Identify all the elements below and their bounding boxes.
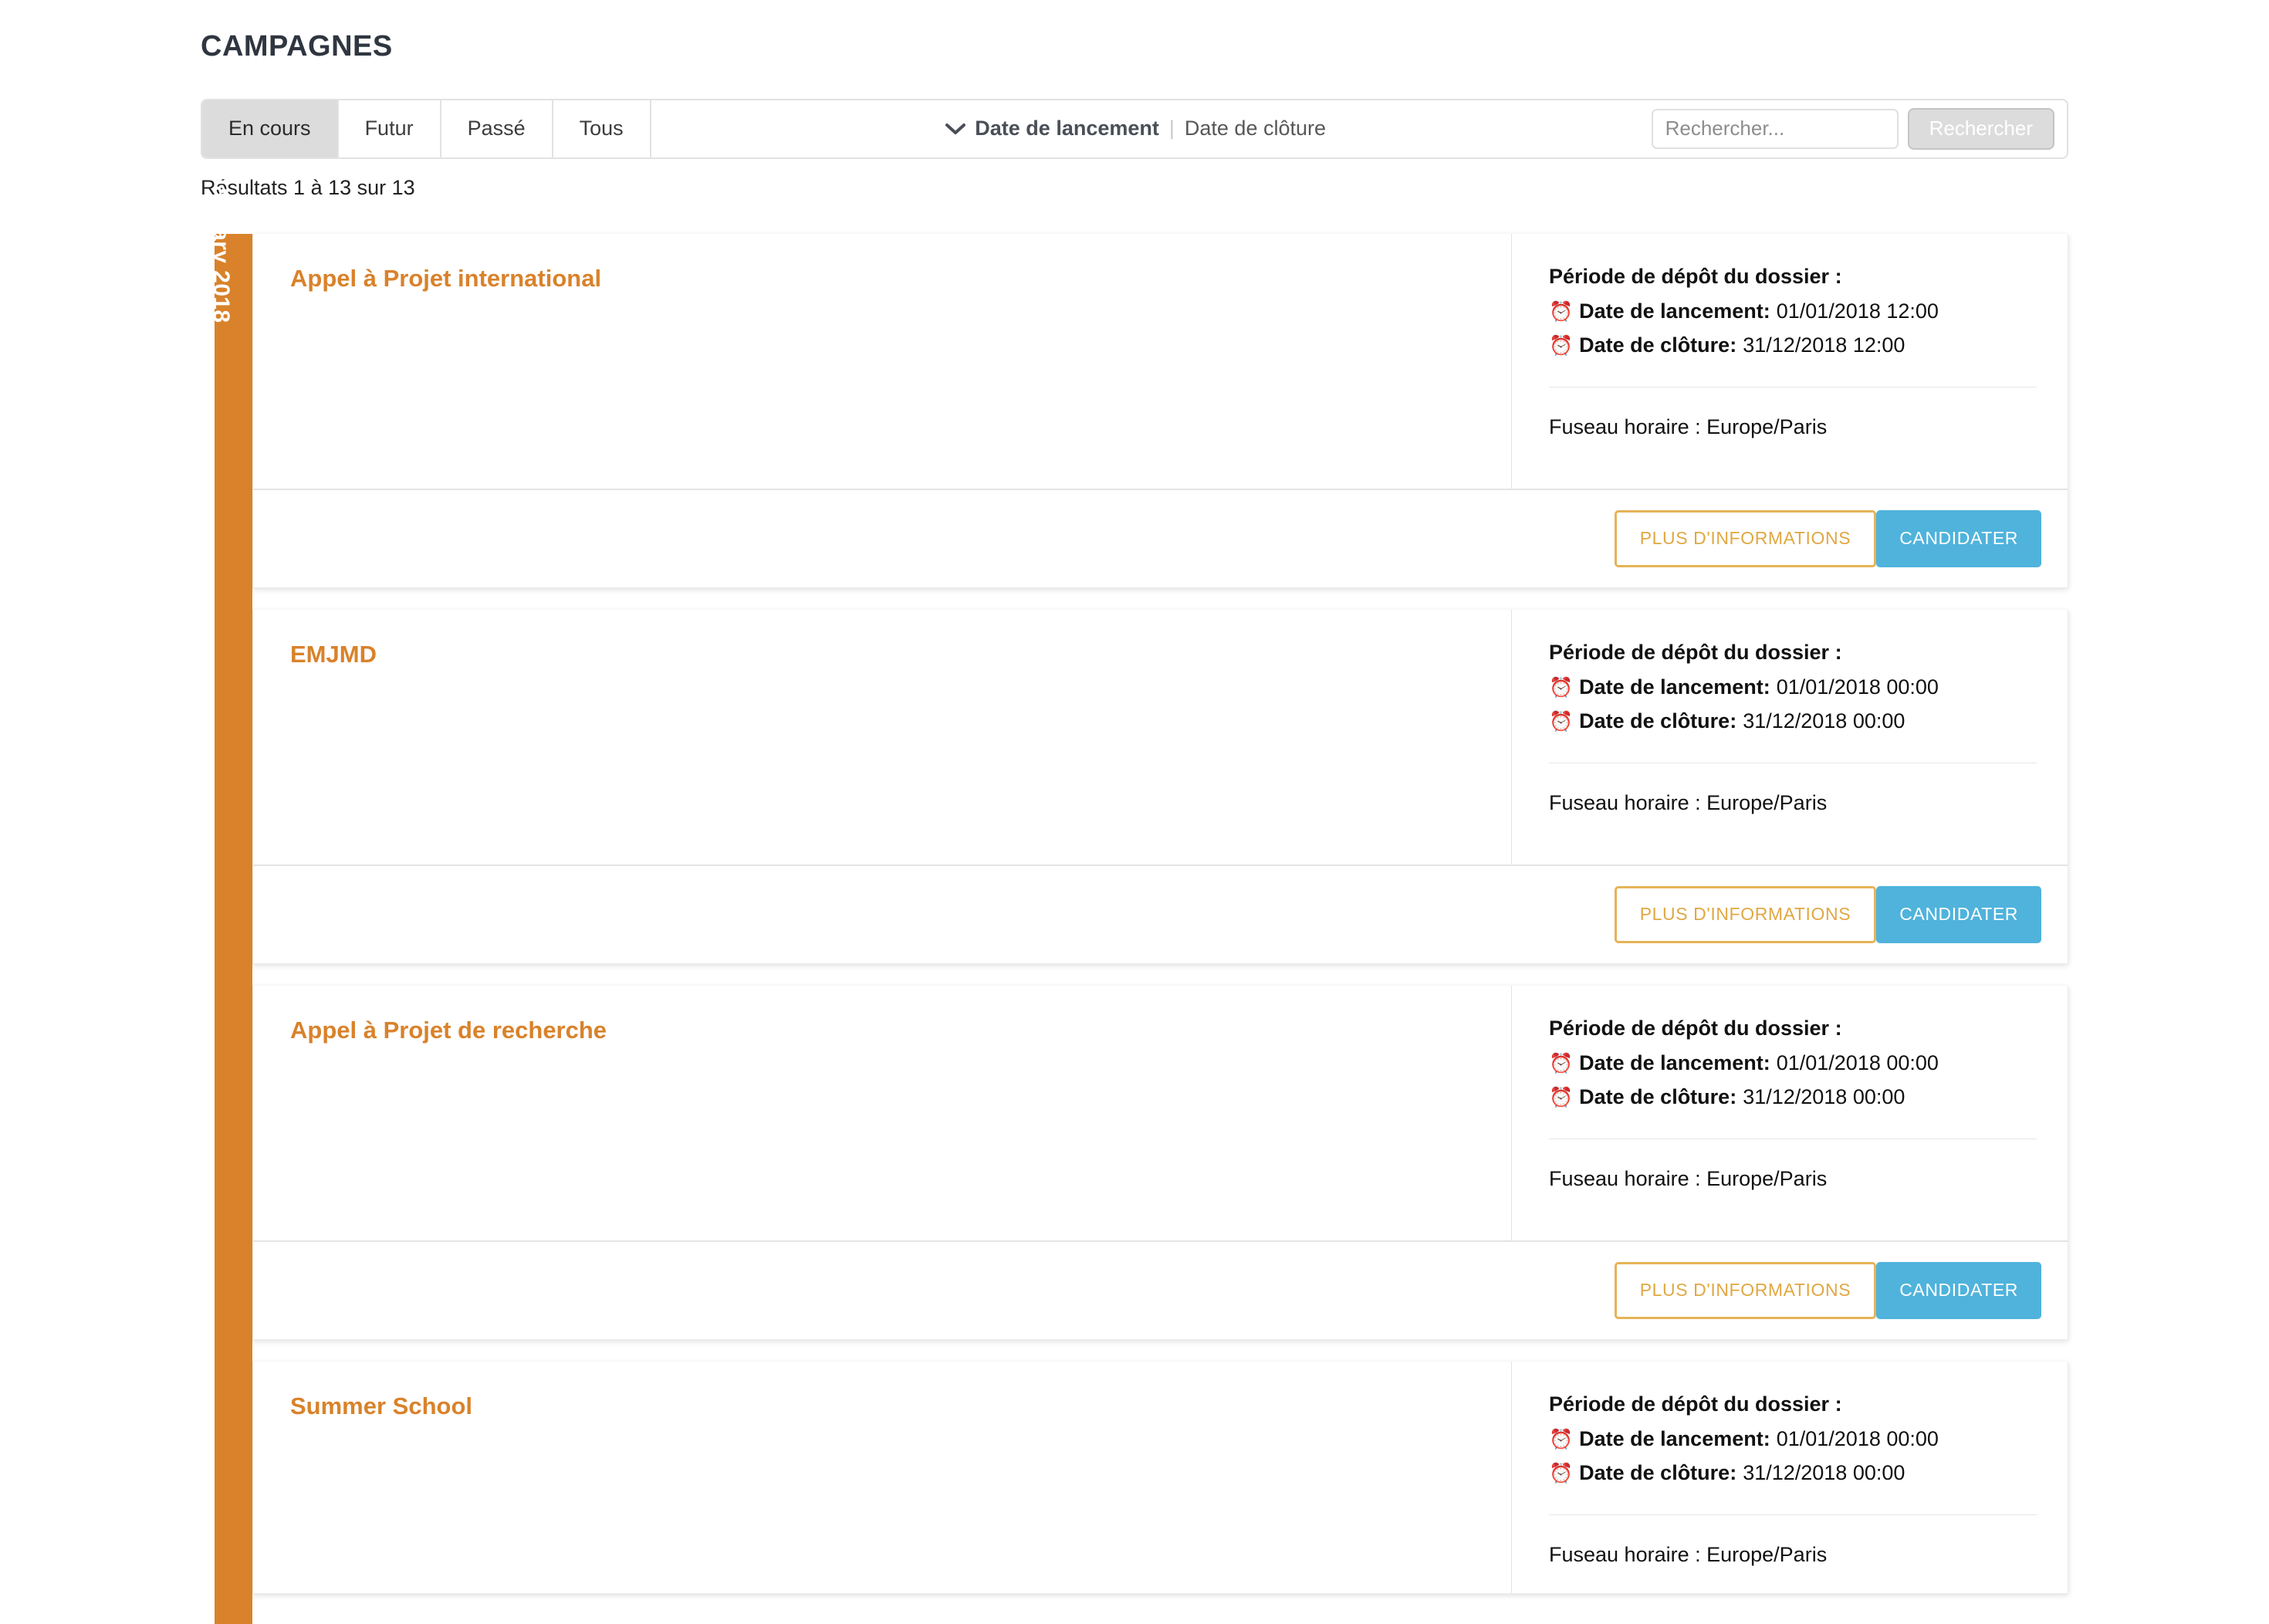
campaign-title[interactable]: EMJMD xyxy=(290,641,1511,668)
clock-icon: ⏰ xyxy=(1549,1086,1574,1108)
campaign-title[interactable]: Summer School xyxy=(290,1392,1511,1420)
month-strip-label: January 2018 xyxy=(208,172,234,323)
timezone-line: Fuseau horaire : Europe/Paris xyxy=(1549,1542,1828,1566)
clock-icon: ⏰ xyxy=(1549,1052,1574,1074)
campaign-title[interactable]: Appel à Projet de recherche xyxy=(290,1017,1511,1044)
campaign-card-list: Appel à Projet international Période de … xyxy=(252,233,2068,1594)
close-date-line: ⏰ Date de clôture: 31/12/2018 00:00 xyxy=(1549,709,2037,733)
results-count: Résultats 1 à 13 sur 13 xyxy=(201,175,415,199)
close-date-value: 31/12/2018 12:00 xyxy=(1743,333,1905,357)
timezone-line: Fuseau horaire : Europe/Paris xyxy=(1549,790,1828,814)
launch-date-value: 01/01/2018 00:00 xyxy=(1776,675,1939,699)
campaign-card: Appel à Projet de recherche Période de d… xyxy=(252,985,2068,1340)
close-date-line: ⏰ Date de clôture: 31/12/2018 00:00 xyxy=(1549,1461,2037,1485)
launch-date-value: 01/01/2018 00:00 xyxy=(1776,1426,1939,1450)
card-body: Appel à Projet de recherche Période de d… xyxy=(253,985,2068,1240)
chevron-down-icon[interactable] xyxy=(945,120,966,139)
clock-icon: ⏰ xyxy=(1549,1462,1574,1484)
card-details-column: Période de dépôt du dossier : ⏰ Date de … xyxy=(1512,986,2068,1240)
card-footer: PLUS D'INFORMATIONS CANDIDATER xyxy=(253,1240,2068,1339)
card-details-column: Période de dépôt du dossier : ⏰ Date de … xyxy=(1512,234,2068,489)
clock-icon: ⏰ xyxy=(1549,1428,1574,1450)
close-date-label: Date de clôture: xyxy=(1579,1084,1737,1108)
card-body: Summer School Période de dépôt du dossie… xyxy=(253,1361,2068,1593)
close-date-value: 31/12/2018 00:00 xyxy=(1743,1084,1905,1108)
campaign-card: Appel à Projet international Période de … xyxy=(252,233,2068,588)
campaign-card: Summer School Période de dépôt du dossie… xyxy=(252,1361,2068,1594)
tab-en-cours[interactable]: En cours xyxy=(202,100,339,157)
launch-date-label: Date de lancement: xyxy=(1579,1051,1770,1074)
clock-icon: ⏰ xyxy=(1549,676,1574,699)
details-divider xyxy=(1549,1138,2037,1139)
more-info-button[interactable]: PLUS D'INFORMATIONS xyxy=(1614,509,1877,567)
card-footer: PLUS D'INFORMATIONS CANDIDATER xyxy=(253,864,2068,963)
apply-button[interactable]: CANDIDATER xyxy=(1876,1261,2041,1319)
launch-date-line: ⏰ Date de lancement: 01/01/2018 00:00 xyxy=(1549,1427,2037,1451)
launch-date-value: 01/01/2018 12:00 xyxy=(1776,299,1939,323)
page-title: CAMPAGNES xyxy=(201,30,393,63)
card-footer: PLUS D'INFORMATIONS CANDIDATER xyxy=(253,488,2068,587)
close-date-line: ⏰ Date de clôture: 31/12/2018 12:00 xyxy=(1549,333,2037,357)
close-date-label: Date de clôture: xyxy=(1579,709,1737,732)
filter-tabs: En cours Futur Passé Tous xyxy=(202,100,651,157)
campaign-card: EMJMD Période de dépôt du dossier : ⏰ Da… xyxy=(252,609,2068,964)
card-title-column: Appel à Projet de recherche xyxy=(253,985,1512,1240)
launch-date-line: ⏰ Date de lancement: 01/01/2018 12:00 xyxy=(1549,299,2037,323)
card-title-column: Appel à Projet international xyxy=(253,233,1512,489)
card-details-column: Période de dépôt du dossier : ⏰ Date de … xyxy=(1512,1362,2068,1593)
search-area: Rechercher xyxy=(1651,100,2067,157)
sort-separator: | xyxy=(1168,117,1175,140)
launch-date-line: ⏰ Date de lancement: 01/01/2018 00:00 xyxy=(1549,1051,2037,1075)
card-details-column: Période de dépôt du dossier : ⏰ Date de … xyxy=(1512,610,2068,864)
tab-futur[interactable]: Futur xyxy=(338,100,441,157)
tab-tous[interactable]: Tous xyxy=(553,100,651,157)
clock-icon: ⏰ xyxy=(1549,300,1574,323)
period-heading: Période de dépôt du dossier : xyxy=(1549,1016,1842,1040)
launch-date-label: Date de lancement: xyxy=(1579,299,1770,323)
more-info-button[interactable]: PLUS D'INFORMATIONS xyxy=(1614,1261,1877,1319)
sort-by-close-date[interactable]: Date de clôture xyxy=(1185,117,1326,140)
sort-controls: Date de lancement | Date de clôture xyxy=(651,100,1652,157)
period-heading: Période de dépôt du dossier : xyxy=(1549,1392,1842,1416)
clock-icon: ⏰ xyxy=(1549,334,1574,357)
launch-date-value: 01/01/2018 00:00 xyxy=(1776,1051,1939,1074)
month-strip: January 2018 xyxy=(208,172,252,1624)
close-date-value: 31/12/2018 00:00 xyxy=(1743,1460,1905,1484)
close-date-label: Date de clôture: xyxy=(1579,1460,1737,1484)
card-title-column: EMJMD xyxy=(253,609,1512,864)
tab-passe[interactable]: Passé xyxy=(441,100,553,157)
launch-date-line: ⏰ Date de lancement: 01/01/2018 00:00 xyxy=(1549,675,2037,699)
close-date-label: Date de clôture: xyxy=(1579,333,1737,357)
launch-date-label: Date de lancement: xyxy=(1579,675,1770,699)
more-info-button[interactable]: PLUS D'INFORMATIONS xyxy=(1614,885,1877,943)
card-body: Appel à Projet international Période de … xyxy=(253,233,2068,489)
period-heading: Période de dépôt du dossier : xyxy=(1549,640,1842,664)
campaign-timeline: January 2018 Appel à Projet internationa… xyxy=(201,172,2068,1624)
close-date-value: 31/12/2018 00:00 xyxy=(1743,709,1905,732)
campaigns-page: CAMPAGNES En cours Futur Passé Tous Date… xyxy=(0,0,2269,1624)
close-date-line: ⏰ Date de clôture: 31/12/2018 00:00 xyxy=(1549,1085,2037,1109)
toolbar: En cours Futur Passé Tous Date de lancem… xyxy=(201,98,2068,159)
search-input[interactable] xyxy=(1651,108,1899,149)
timezone-line: Fuseau horaire : Europe/Paris xyxy=(1549,414,1828,438)
sort-by-launch-date[interactable]: Date de lancement xyxy=(975,117,1159,140)
launch-date-label: Date de lancement: xyxy=(1579,1426,1770,1450)
card-body: EMJMD Période de dépôt du dossier : ⏰ Da… xyxy=(253,609,2068,864)
period-heading: Période de dépôt du dossier : xyxy=(1549,264,1842,288)
clock-icon: ⏰ xyxy=(1549,710,1574,732)
campaign-title[interactable]: Appel à Projet international xyxy=(290,265,1511,293)
timezone-line: Fuseau horaire : Europe/Paris xyxy=(1549,1166,1828,1190)
search-button[interactable]: Rechercher xyxy=(1907,107,2054,150)
details-divider xyxy=(1549,1514,2037,1515)
apply-button[interactable]: CANDIDATER xyxy=(1876,509,2041,567)
apply-button[interactable]: CANDIDATER xyxy=(1876,885,2041,943)
card-title-column: Summer School xyxy=(253,1361,1512,1593)
